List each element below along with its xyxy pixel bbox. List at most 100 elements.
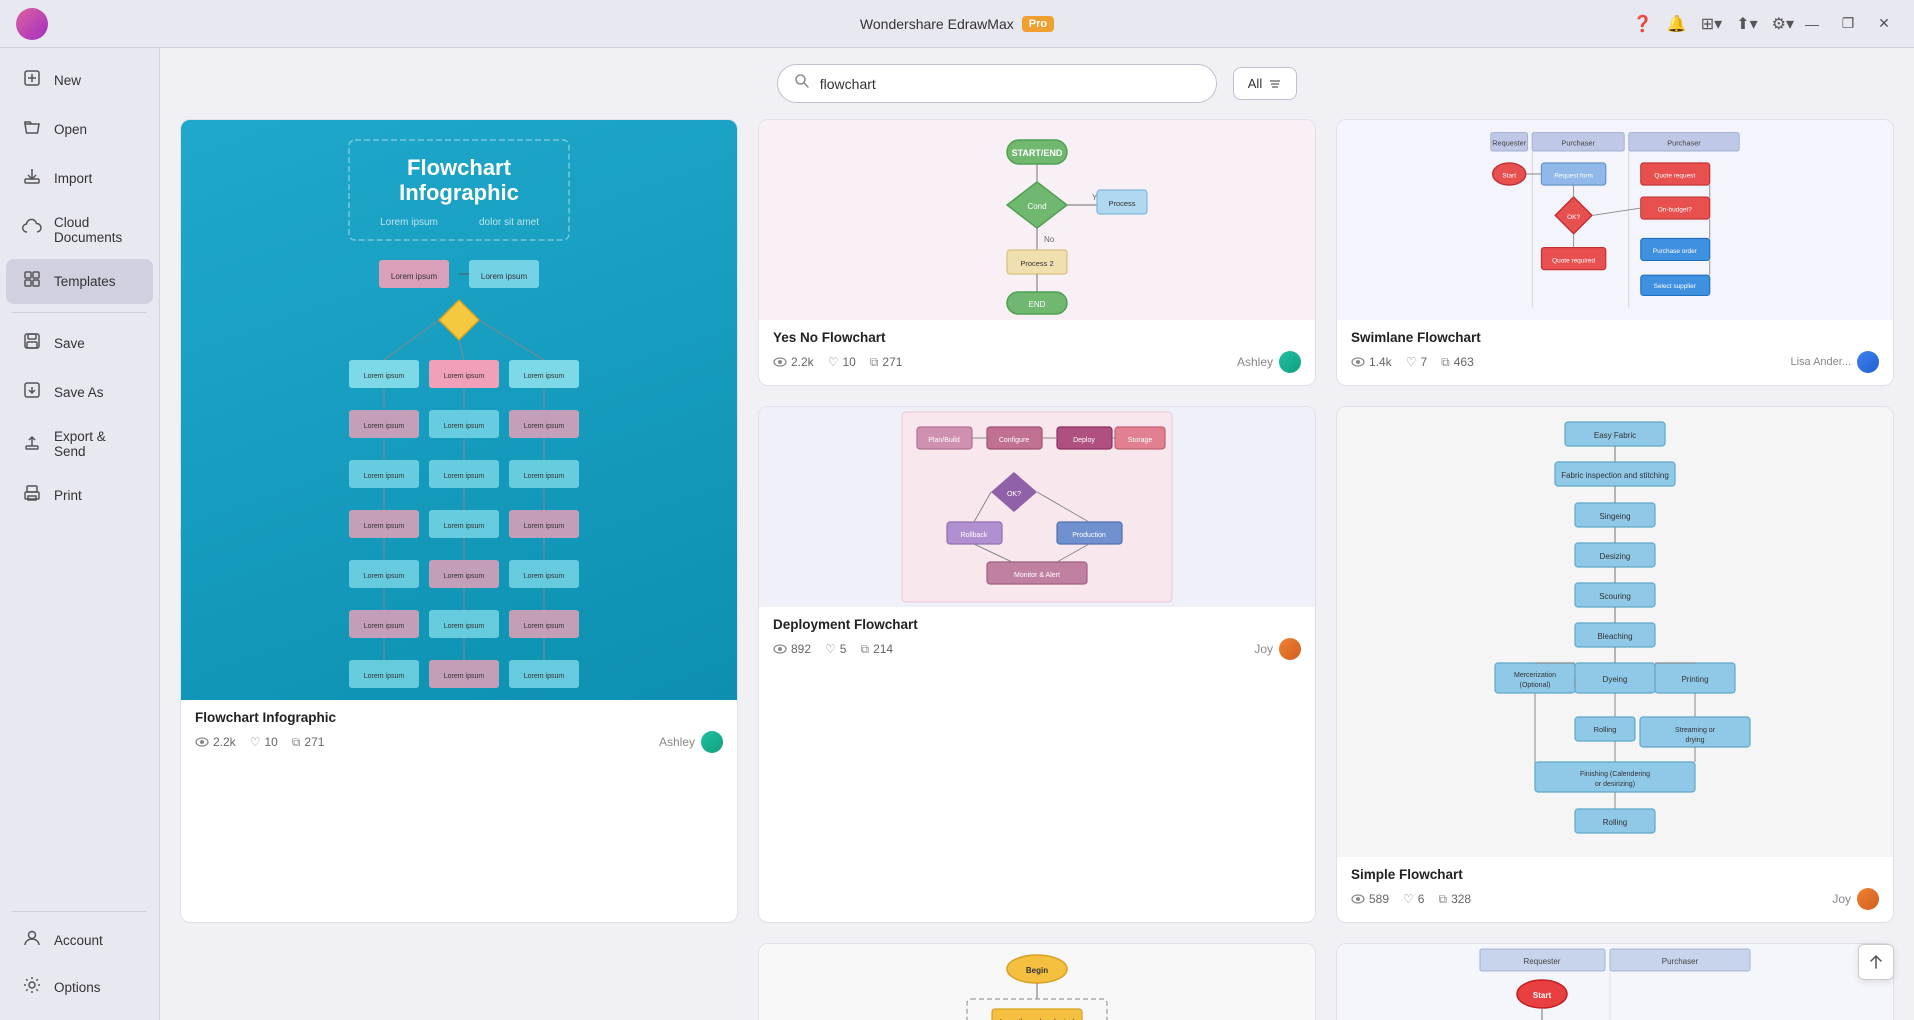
template-card-swimlane[interactable]: Requester Purchaser Purchaser Start bbox=[1336, 119, 1894, 386]
svg-text:Lorem ipsum: Lorem ipsum bbox=[524, 473, 565, 480]
card-info-flowchart-infographic: Flowchart Infographic 2.2k ♡ 10 bbox=[181, 700, 737, 765]
views-icon bbox=[195, 735, 209, 749]
svg-text:Desizing: Desizing bbox=[1600, 552, 1631, 561]
sidebar-item-account[interactable]: Account bbox=[6, 918, 153, 963]
sidebar-item-new[interactable]: New bbox=[6, 58, 153, 103]
print-icon bbox=[22, 483, 42, 508]
sidebar-item-cloud[interactable]: Cloud Documents bbox=[6, 205, 153, 255]
svg-text:Start: Start bbox=[1533, 991, 1552, 1000]
sidebar-item-templates[interactable]: Templates bbox=[6, 259, 153, 304]
svg-text:Purchaser: Purchaser bbox=[1662, 957, 1699, 966]
heart-icon: ♡ bbox=[250, 735, 261, 749]
views-stat: 1.4k bbox=[1351, 355, 1392, 369]
svg-text:Lorem ipsum: Lorem ipsum bbox=[444, 573, 485, 580]
template-card-simple-flowchart[interactable]: Begin Loop through selected elements i <… bbox=[758, 943, 1316, 1020]
card-info-deployment: Deployment Flowchart 892 ♡ 5 ⧉ bbox=[759, 607, 1315, 672]
likes-stat: ♡ 6 bbox=[1403, 892, 1424, 906]
deployment-flowchart-diagram: Plan/Build Configure Deploy Storage bbox=[759, 407, 1315, 607]
template-card-flowchart-infographic[interactable]: Flowchart Infographic Lorem ipsum dolor … bbox=[180, 119, 738, 923]
views-stat: 589 bbox=[1351, 892, 1389, 906]
card-title: Flowchart Infographic bbox=[195, 710, 723, 725]
cards-container: Flowchart Infographic Lorem ipsum dolor … bbox=[160, 115, 1914, 1020]
sidebar-saveas-label: Save As bbox=[54, 385, 104, 400]
svg-text:Lorem ipsum: Lorem ipsum bbox=[524, 573, 565, 580]
template-card-process[interactable]: Requester Purchaser Start Regulation for… bbox=[1336, 943, 1894, 1020]
svg-text:Quote request: Quote request bbox=[1654, 173, 1695, 180]
minimize-button[interactable]: — bbox=[1798, 10, 1826, 38]
svg-text:OK?: OK? bbox=[1007, 491, 1021, 498]
card-author: Ashley bbox=[1237, 351, 1301, 373]
sidebar-item-export[interactable]: Export & Send bbox=[6, 419, 153, 469]
export-icon bbox=[22, 432, 42, 457]
filter-button[interactable]: All bbox=[1233, 67, 1297, 100]
svg-text:Process 2: Process 2 bbox=[1020, 259, 1053, 268]
sidebar-item-print[interactable]: Print bbox=[6, 473, 153, 518]
card-stats: 2.2k ♡ 10 ⧉ 271 Ashley bbox=[195, 731, 723, 753]
grid-icon[interactable]: ⊞▾ bbox=[1701, 14, 1722, 34]
process-flowchart-diagram: Requester Purchaser Start Regulation for… bbox=[1337, 944, 1893, 1020]
card-author: Joy bbox=[1832, 888, 1879, 910]
views-stat: 892 bbox=[773, 642, 811, 656]
sidebar-item-open[interactable]: Open bbox=[6, 107, 153, 152]
svg-text:Flowchart: Flowchart bbox=[407, 155, 512, 180]
svg-text:Begin: Begin bbox=[1026, 966, 1048, 975]
app-avatar bbox=[16, 8, 48, 40]
card-title: Simple Flowchart bbox=[1351, 867, 1879, 882]
views-stat: 2.2k bbox=[773, 355, 814, 369]
svg-text:Printing: Printing bbox=[1681, 675, 1708, 684]
notification-icon[interactable]: 🔔 bbox=[1667, 14, 1687, 34]
svg-text:Lorem ipsum: Lorem ipsum bbox=[524, 423, 565, 430]
card-title: Yes No Flowchart bbox=[773, 330, 1301, 345]
svg-text:OK?: OK? bbox=[1567, 214, 1580, 221]
close-button[interactable]: ✕ bbox=[1870, 10, 1898, 38]
template-card-deployment[interactable]: Plan/Build Configure Deploy Storage bbox=[758, 406, 1316, 923]
share-icon[interactable]: ⬆▾ bbox=[1736, 14, 1757, 34]
svg-text:Requester: Requester bbox=[1524, 957, 1561, 966]
cloud-icon bbox=[22, 218, 42, 243]
search-input[interactable] bbox=[820, 76, 1200, 92]
window-controls: — ❐ ✕ bbox=[1798, 10, 1898, 38]
svg-text:Scouring: Scouring bbox=[1599, 592, 1631, 601]
sidebar-import-label: Import bbox=[54, 171, 92, 186]
svg-text:Lorem ipsum: Lorem ipsum bbox=[444, 623, 485, 630]
svg-text:Lorem ipsum: Lorem ipsum bbox=[444, 373, 485, 380]
svg-text:Dyeing: Dyeing bbox=[1603, 675, 1628, 684]
saveas-icon bbox=[22, 380, 42, 405]
sidebar-item-saveas[interactable]: Save As bbox=[6, 370, 153, 415]
restore-button[interactable]: ❐ bbox=[1834, 10, 1862, 38]
likes-stat: ♡ 10 bbox=[250, 735, 278, 749]
svg-text:Lorem ipsum: Lorem ipsum bbox=[524, 673, 565, 680]
sidebar-account-label: Account bbox=[54, 933, 103, 948]
search-icon bbox=[794, 73, 810, 94]
sidebar-divider-2 bbox=[12, 911, 147, 912]
svg-text:Start: Start bbox=[1502, 173, 1516, 180]
svg-text:Lorem ipsum: Lorem ipsum bbox=[364, 523, 405, 530]
likes-stat: ♡ 7 bbox=[1406, 355, 1427, 369]
svg-text:Fabric inspection and stitchin: Fabric inspection and stitching bbox=[1561, 471, 1669, 480]
svg-text:Lorem ipsum: Lorem ipsum bbox=[481, 272, 528, 281]
new-icon bbox=[22, 68, 42, 93]
author-avatar bbox=[1857, 888, 1879, 910]
svg-text:Cond: Cond bbox=[1027, 202, 1046, 211]
template-card-yes-no-flowchart[interactable]: START/END Cond Yes Process bbox=[758, 119, 1316, 386]
sidebar-item-import[interactable]: Import bbox=[6, 156, 153, 201]
card-title: Swimlane Flowchart bbox=[1351, 330, 1879, 345]
author-avatar bbox=[1857, 351, 1879, 373]
svg-text:Lorem ipsum: Lorem ipsum bbox=[444, 523, 485, 530]
svg-text:Storage: Storage bbox=[1128, 437, 1153, 444]
sidebar-item-options[interactable]: Options bbox=[6, 965, 153, 1010]
help-icon[interactable]: ❓ bbox=[1633, 14, 1653, 34]
scroll-top-button[interactable] bbox=[1858, 944, 1894, 980]
sidebar-options-label: Options bbox=[54, 980, 101, 995]
settings-icon[interactable]: ⚙▾ bbox=[1772, 14, 1794, 34]
sidebar-item-save[interactable]: Save bbox=[6, 321, 153, 366]
open-icon bbox=[22, 117, 42, 142]
likes-stat: ♡ 10 bbox=[828, 355, 856, 369]
svg-text:Streaming or: Streaming or bbox=[1675, 727, 1716, 734]
algorithm-flowchart-diagram: Begin Loop through selected elements i <… bbox=[759, 944, 1315, 1020]
svg-text:Deploy: Deploy bbox=[1073, 437, 1095, 444]
svg-text:Lorem ipsum: Lorem ipsum bbox=[391, 272, 438, 281]
svg-text:Lorem ipsum: Lorem ipsum bbox=[524, 623, 565, 630]
account-icon bbox=[22, 928, 42, 953]
template-card-simple[interactable]: Easy Fabric Fabric inspection and stitch… bbox=[1336, 406, 1894, 923]
